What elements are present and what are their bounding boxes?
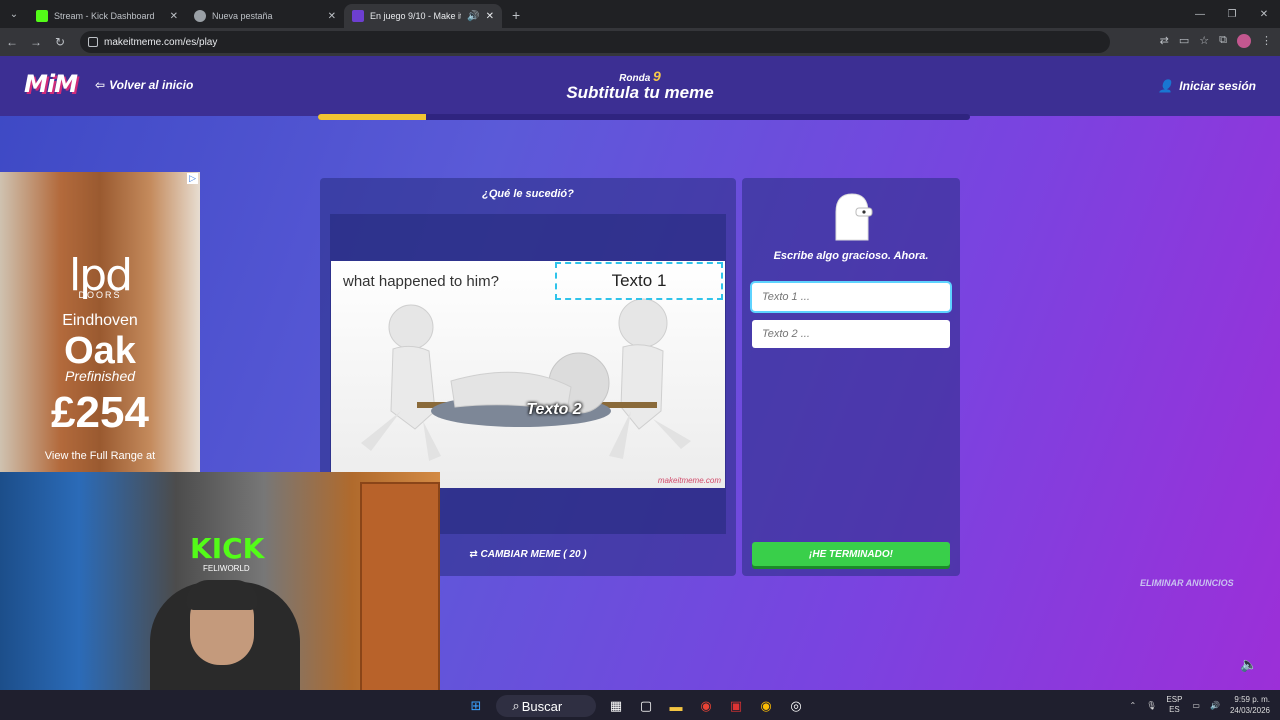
- finished-button[interactable]: ¡HE TERMINADO!: [752, 542, 950, 566]
- background-door: [360, 482, 440, 720]
- ad-product: Oak: [64, 330, 136, 372]
- round-timer-bar: [318, 114, 970, 120]
- extensions-icon[interactable]: ⧉: [1219, 34, 1227, 48]
- tab-new-tab[interactable]: Nueva pestaña ✕: [186, 4, 344, 28]
- profile-avatar[interactable]: [1237, 34, 1251, 48]
- forward-icon[interactable]: →: [24, 35, 48, 49]
- close-tab-icon[interactable]: ✕: [170, 11, 178, 22]
- remove-ads-link[interactable]: ELIMINAR ANUNCIOS: [1140, 578, 1234, 588]
- text1-input[interactable]: [752, 283, 950, 311]
- network-icon[interactable]: ▭: [1192, 701, 1200, 710]
- tab-kick-dashboard[interactable]: Stream - Kick Dashboard ✕: [28, 4, 186, 28]
- chrome-active-icon[interactable]: ◉: [756, 696, 776, 716]
- user-icon: 👤: [1158, 79, 1174, 93]
- kick-logo: KICK: [190, 532, 265, 565]
- close-tab-icon[interactable]: ✕: [328, 11, 336, 22]
- streamer-name: FELIWORLD: [203, 564, 250, 573]
- volume-icon[interactable]: 🔊: [1210, 701, 1220, 710]
- browser-tab-bar: ⌄ Stream - Kick Dashboard ✕ Nueva pestañ…: [0, 0, 1280, 28]
- login-button[interactable]: 👤 Iniciar sesión: [1158, 79, 1256, 93]
- streamer-hair: [186, 580, 258, 610]
- tab-title: En juego 9/10 - Make it Me: [370, 11, 461, 21]
- ad-city: Eindhoven: [62, 312, 138, 329]
- new-tab-button[interactable]: +: [502, 4, 530, 28]
- file-explorer-icon[interactable]: ▬: [666, 696, 686, 716]
- search-label: Buscar: [521, 698, 563, 714]
- mic-icon[interactable]: 🎙: [1146, 701, 1156, 710]
- clock-date: 24/03/2026: [1229, 706, 1270, 715]
- sound-toggle-icon[interactable]: 🔈: [1240, 656, 1257, 673]
- url-text: makeitmeme.com/es/play: [104, 36, 218, 48]
- taskbar-apps: ⊞ ⌕ Buscar ▦ ▢ ▬ ◉ ▣ ◉ ◎: [466, 695, 806, 717]
- bookmark-star-icon[interactable]: ☆: [1199, 34, 1209, 48]
- game-header: MiM ⇦ Volver al inicio Ronda 9 Subtitula…: [0, 56, 1280, 116]
- reload-icon[interactable]: ↻: [48, 35, 72, 49]
- meme-question: ¿Qué le sucedió?: [482, 188, 574, 200]
- back-icon[interactable]: ←: [0, 35, 24, 49]
- change-meme-label: CAMBIAR MEME ( 20 ): [480, 549, 587, 560]
- ad-price: £254: [51, 388, 149, 437]
- address-bar-row: ← → ↻ makeitmeme.com/es/play ⇄ ▭ ☆ ⧉ ⋮: [0, 28, 1280, 56]
- text1-placeholder-box[interactable]: Texto 1: [555, 262, 723, 300]
- login-label: Iniciar sesión: [1179, 79, 1256, 93]
- window-controls: — ❐ ✕: [1184, 0, 1280, 28]
- close-window-icon[interactable]: ✕: [1248, 0, 1280, 28]
- windows-taskbar: ⊞ ⌕ Buscar ▦ ▢ ▬ ◉ ▣ ◉ ◎ ⌃ 🎙 ESP ES ▭ 🔊 …: [0, 690, 1280, 720]
- tab-search-icon[interactable]: ⌄: [0, 0, 28, 28]
- obs-icon[interactable]: ◎: [786, 696, 806, 716]
- mim-favicon-icon: [352, 10, 364, 22]
- meme-image: what happened to him? Texto 1 Texto 2 ma…: [331, 261, 725, 488]
- voicemeeter-icon[interactable]: ▣: [726, 696, 746, 716]
- clock-time: 9:59 p. m.: [1234, 695, 1270, 704]
- ad-cta: View the Full Range at: [44, 450, 156, 462]
- tab-title: Nueva pestaña: [212, 11, 273, 21]
- round-number: 9: [653, 68, 661, 84]
- language-indicator[interactable]: ESP ES: [1166, 695, 1182, 715]
- lang-top: ESP: [1166, 695, 1183, 704]
- address-actions: ⇄ ▭ ☆ ⧉ ⋮: [1160, 34, 1272, 48]
- chrome-favicon-icon: [194, 10, 206, 22]
- minimize-icon[interactable]: —: [1184, 0, 1216, 28]
- text2-placeholder-box[interactable]: Texto 2: [515, 396, 593, 424]
- timer-fill: [318, 114, 426, 120]
- ad-finish: Prefinished: [64, 368, 136, 384]
- watermark: makeitmeme.com: [657, 476, 721, 485]
- translate-icon[interactable]: ⇄: [1160, 34, 1169, 48]
- task-view-icon[interactable]: ▢: [636, 696, 656, 716]
- maximize-icon[interactable]: ❐: [1216, 0, 1248, 28]
- swap-icon: ⇄: [469, 549, 478, 560]
- clock[interactable]: 9:59 p. m. 24/03/2026: [1230, 694, 1270, 716]
- tab-makeitmeme[interactable]: En juego 9/10 - Make it Me 🔊 ✕: [344, 4, 502, 28]
- page-title: Subtitula tu meme: [566, 83, 714, 102]
- widget-icon[interactable]: ▦: [606, 696, 626, 716]
- lang-bottom: ES: [1169, 705, 1180, 714]
- tab-title: Stream - Kick Dashboard: [54, 11, 155, 21]
- chrome-icon[interactable]: ◉: [696, 696, 716, 716]
- text2-input[interactable]: [752, 320, 950, 348]
- ad-choices-icon[interactable]: ▷: [187, 173, 198, 184]
- cast-icon[interactable]: ▭: [1179, 34, 1189, 48]
- windows-start-icon[interactable]: ⊞: [466, 696, 486, 716]
- url-field[interactable]: makeitmeme.com/es/play: [80, 31, 1110, 53]
- ad-brand-sub: DOORS: [78, 290, 122, 300]
- webcam-overlay: KICK FELIWORLD: [0, 472, 440, 720]
- tray-chevron-icon[interactable]: ⌃: [1130, 701, 1137, 710]
- close-tab-icon[interactable]: ✕: [486, 11, 494, 22]
- caption-panel: Escribe algo gracioso. Ahora. ¡HE TERMIN…: [742, 178, 960, 576]
- caption-prompt: Escribe algo gracioso. Ahora.: [773, 250, 929, 262]
- menu-dots-icon[interactable]: ⋮: [1261, 34, 1272, 48]
- system-tray: ⌃ 🎙 ESP ES ▭ 🔊 9:59 p. m. 24/03/2026: [1130, 694, 1270, 716]
- kick-favicon-icon: [36, 10, 48, 22]
- round-indicator: Ronda 9: [0, 68, 1280, 84]
- taskbar-search[interactable]: ⌕ Buscar: [496, 695, 596, 717]
- speaker-icon[interactable]: 🔊: [467, 11, 479, 22]
- mascot-icon: [835, 193, 873, 241]
- site-info-icon[interactable]: [88, 37, 98, 47]
- advertisement[interactable]: ▷ lpd DOORS Eindhoven Oak Prefinished £2…: [0, 172, 200, 472]
